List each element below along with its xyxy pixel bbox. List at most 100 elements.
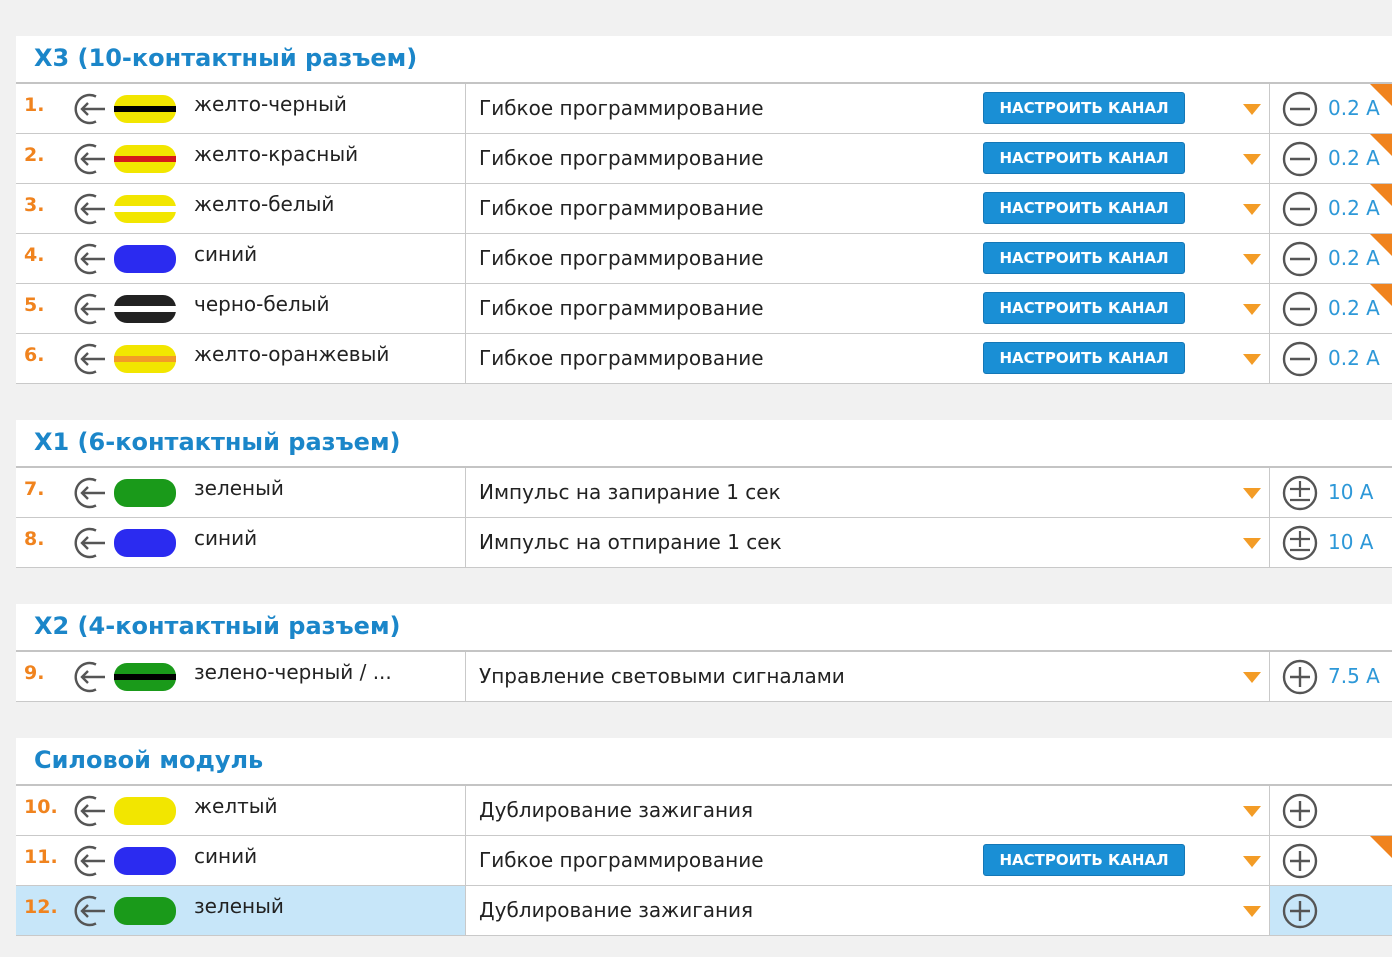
function-select-value: Гибкое программирование <box>479 848 764 872</box>
wire-color-name: синий <box>194 844 258 868</box>
chevron-down-icon[interactable] <box>1243 204 1261 215</box>
section-title: X2 (4-контактный разъем) <box>34 612 401 640</box>
wire-color-name: зеленый <box>194 894 284 918</box>
chevron-down-icon[interactable] <box>1243 104 1261 115</box>
output-arrow-icon <box>74 193 105 225</box>
channel-row: 8. синий Импульс на отпирание 1 сек 10 A <box>16 518 1392 568</box>
channel-row: 5. черно-белый Гибкое программирование НАСТ… <box>16 284 1392 334</box>
corner-flag-icon <box>1370 234 1392 256</box>
function-select-value: Дублирование зажигания <box>479 898 754 922</box>
current-rating: 7.5 A <box>1328 664 1380 688</box>
polarity-minus-icon[interactable] <box>1282 191 1318 227</box>
polarity-plus-minus-icon[interactable] <box>1282 525 1318 561</box>
section-header: X2 (4-контактный разъем) <box>16 604 1392 652</box>
chevron-down-icon[interactable] <box>1243 806 1261 817</box>
channel-row: 11. синий Гибкое программирование НАСТРОИТЬ… <box>16 836 1392 886</box>
chevron-down-icon[interactable] <box>1243 254 1261 265</box>
polarity-plus-minus-icon[interactable] <box>1282 475 1318 511</box>
channel-row: 6. желто-оранжевый Гибкое программирование… <box>16 334 1392 384</box>
channel-number: 2. <box>24 144 45 166</box>
function-select[interactable]: Управление световыми сигналами <box>465 652 1270 701</box>
function-select[interactable]: Импульс на отпирание 1 сек <box>465 518 1270 567</box>
corner-flag-icon <box>1370 134 1392 156</box>
setup-channel-button[interactable]: НАСТРОИТЬ КАНАЛ <box>983 142 1185 174</box>
wire-color-name: синий <box>194 526 258 550</box>
output-arrow-icon <box>74 895 105 927</box>
wire-color-name: зелено-черный / ... <box>194 660 392 684</box>
function-select[interactable]: Дублирование зажигания <box>465 886 1270 935</box>
polarity-minus-icon[interactable] <box>1282 291 1318 327</box>
function-select-value: Гибкое программирование <box>479 246 764 270</box>
function-select-value: Гибкое программирование <box>479 196 764 220</box>
chevron-down-icon[interactable] <box>1243 538 1261 549</box>
channel-number: 12. <box>24 896 58 918</box>
function-select[interactable]: Импульс на запирание 1 сек <box>465 468 1270 517</box>
function-select-value: Импульс на отпирание 1 сек <box>479 530 782 554</box>
polarity-minus-icon[interactable] <box>1282 341 1318 377</box>
setup-channel-button[interactable]: НАСТРОИТЬ КАНАЛ <box>983 292 1185 324</box>
chevron-down-icon[interactable] <box>1243 906 1261 917</box>
polarity-plus-icon[interactable] <box>1282 843 1318 879</box>
channel-number: 5. <box>24 294 45 316</box>
current-rating: 10 A <box>1328 530 1374 554</box>
section-title: X3 (10-контактный разъем) <box>34 44 418 72</box>
function-select[interactable]: Дублирование зажигания <box>465 786 1270 835</box>
channel-number: 6. <box>24 344 45 366</box>
polarity-plus-icon[interactable] <box>1282 793 1318 829</box>
setup-channel-button[interactable]: НАСТРОИТЬ КАНАЛ <box>983 92 1185 124</box>
function-select-value: Дублирование зажигания <box>479 798 754 822</box>
polarity-plus-icon[interactable] <box>1282 893 1318 929</box>
chevron-down-icon[interactable] <box>1243 304 1261 315</box>
section-header: X1 (6-контактный разъем) <box>16 420 1392 468</box>
setup-channel-button[interactable]: НАСТРОИТЬ КАНАЛ <box>983 192 1185 224</box>
wire-color-swatch <box>114 195 176 223</box>
function-select-value: Гибкое программирование <box>479 96 764 120</box>
function-select[interactable]: Гибкое программирование НАСТРОИТЬ КАНАЛ <box>465 836 1270 885</box>
function-select-value: Гибкое программирование <box>479 146 764 170</box>
wire-color-name: желто-белый <box>194 192 335 216</box>
wire-color-swatch <box>114 245 176 273</box>
polarity-minus-icon[interactable] <box>1282 241 1318 277</box>
setup-channel-button[interactable]: НАСТРОИТЬ КАНАЛ <box>983 844 1185 876</box>
setup-channel-button[interactable]: НАСТРОИТЬ КАНАЛ <box>983 342 1185 374</box>
chevron-down-icon[interactable] <box>1243 154 1261 165</box>
channel-row: 2. желто-красный Гибкое программирование НА… <box>16 134 1392 184</box>
polarity-minus-icon[interactable] <box>1282 141 1318 177</box>
current-rating: 0.2 A <box>1328 346 1380 370</box>
channel-row: 9. зелено-черный / ... Управление световым… <box>16 652 1392 702</box>
polarity-plus-icon[interactable] <box>1282 659 1318 695</box>
wire-color-name: желтый <box>194 794 278 818</box>
corner-flag-icon <box>1370 84 1392 106</box>
corner-flag-icon <box>1370 284 1392 306</box>
channel-number: 9. <box>24 662 45 684</box>
function-select[interactable]: Гибкое программирование НАСТРОИТЬ КАНАЛ <box>465 284 1270 333</box>
function-select[interactable]: Гибкое программирование НАСТРОИТЬ КАНАЛ <box>465 84 1270 133</box>
channel-row: 3. желто-белый Гибкое программирование НАСТ… <box>16 184 1392 234</box>
section-header: X3 (10-контактный разъем) <box>16 36 1392 84</box>
wire-color-swatch <box>114 345 176 373</box>
function-select-value: Управление световыми сигналами <box>479 664 845 688</box>
polarity-minus-icon[interactable] <box>1282 91 1318 127</box>
current-rating: 10 A <box>1328 480 1374 504</box>
output-arrow-icon <box>74 343 105 375</box>
function-select-value: Гибкое программирование <box>479 296 764 320</box>
chevron-down-icon[interactable] <box>1243 354 1261 365</box>
channel-row: 4. синий Гибкое программирование НАСТРОИТЬ … <box>16 234 1392 284</box>
chevron-down-icon[interactable] <box>1243 856 1261 867</box>
setup-channel-button[interactable]: НАСТРОИТЬ КАНАЛ <box>983 242 1185 274</box>
chevron-down-icon[interactable] <box>1243 488 1261 499</box>
wire-color-swatch <box>114 95 176 123</box>
function-select[interactable]: Гибкое программирование НАСТРОИТЬ КАНАЛ <box>465 234 1270 283</box>
section-title: Силовой модуль <box>34 746 264 774</box>
function-select[interactable]: Гибкое программирование НАСТРОИТЬ КАНАЛ <box>465 334 1270 383</box>
wire-color-swatch <box>114 897 176 925</box>
chevron-down-icon[interactable] <box>1243 672 1261 683</box>
function-select[interactable]: Гибкое программирование НАСТРОИТЬ КАНАЛ <box>465 184 1270 233</box>
wire-color-name: черно-белый <box>194 292 330 316</box>
output-arrow-icon <box>74 143 105 175</box>
output-arrow-icon <box>74 477 105 509</box>
function-select[interactable]: Гибкое программирование НАСТРОИТЬ КАНАЛ <box>465 134 1270 183</box>
wire-color-swatch <box>114 145 176 173</box>
corner-flag-icon <box>1370 184 1392 206</box>
wire-color-name: желто-черный <box>194 92 347 116</box>
